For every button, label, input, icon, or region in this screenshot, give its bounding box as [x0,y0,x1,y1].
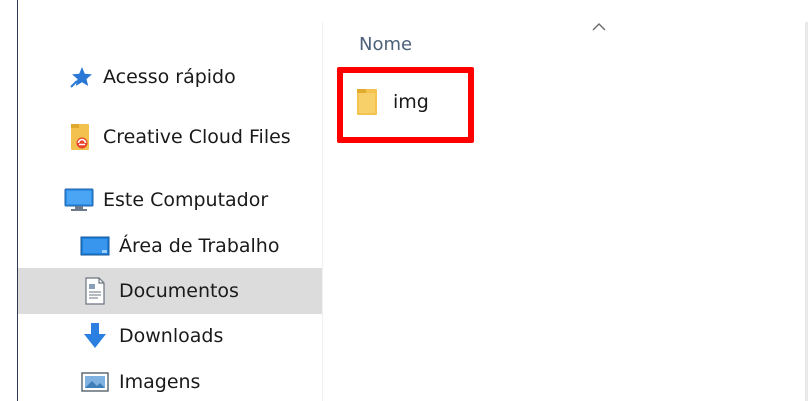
navigation-pane: Acesso rápido Creative Cloud Files Este … [18,22,322,401]
computer-icon [64,187,94,213]
file-explorer-window: Acesso rápido Creative Cloud Files Este … [0,0,808,401]
nav-item-label: Este Computador [103,189,269,211]
creative-cloud-folder-icon [68,124,94,150]
nav-item-label: Área de Trabalho [119,235,280,257]
nav-item-this-pc[interactable]: Este Computador [64,180,268,220]
nav-item-documents[interactable]: Documentos [18,268,322,314]
desktop-icon [80,233,110,259]
documents-icon [80,277,110,305]
sort-ascending-icon [592,23,606,31]
pictures-icon [80,369,110,395]
nav-item-label: Acesso rápido [103,66,236,88]
star-pin-icon [68,64,94,90]
nav-item-pictures[interactable]: Imagens [80,362,200,401]
nav-item-label: Documentos [119,280,239,302]
window-left-edge [0,0,18,401]
folder-icon [353,88,381,116]
nav-item-label: Downloads [119,325,224,347]
nav-item-desktop[interactable]: Área de Trabalho [80,226,279,266]
nav-item-label: Imagens [119,371,201,393]
file-name: img [393,91,429,113]
download-arrow-icon [80,323,110,349]
column-header-name[interactable]: Nome [359,34,412,55]
top-strip [0,0,808,23]
nav-item-downloads[interactable]: Downloads [80,316,223,356]
nav-item-creative-cloud-files[interactable]: Creative Cloud Files [68,117,291,157]
nav-item-quick-access[interactable]: Acesso rápido [68,57,236,97]
file-row-img[interactable]: img [353,82,473,122]
file-list-pane: Nome img [323,22,805,401]
nav-item-label: Creative Cloud Files [103,126,291,148]
